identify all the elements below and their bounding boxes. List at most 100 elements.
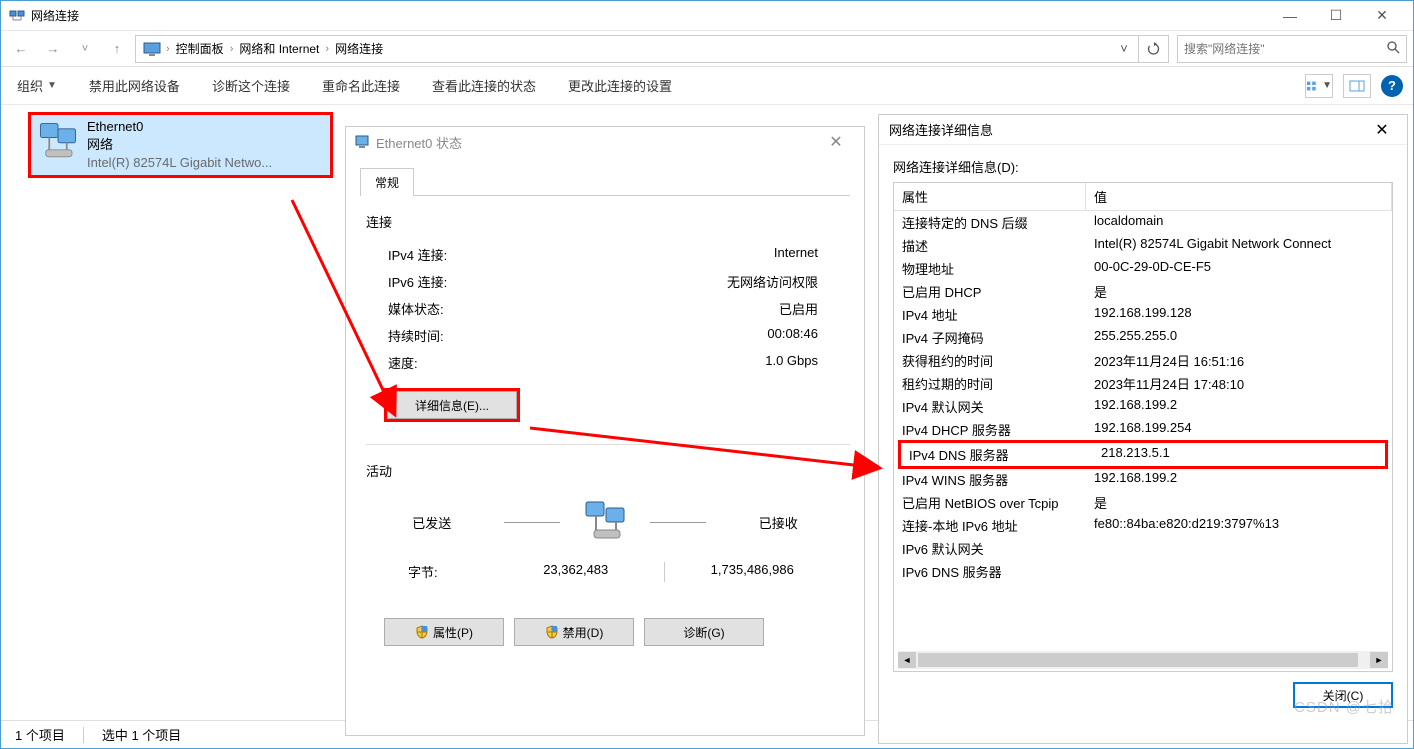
pc-icon (142, 39, 162, 59)
grid-row[interactable]: IPv4 WINS 服务器192.168.199.2 (894, 468, 1392, 491)
status-titlebar[interactable]: Ethernet0 状态 ✕ (346, 127, 864, 157)
header-value[interactable]: 值 (1086, 183, 1392, 210)
disable-device-button[interactable]: 禁用此网络设备 (83, 72, 186, 99)
details-close-button[interactable]: ✕ (1367, 120, 1397, 140)
details-grid: 属性 值 连接特定的 DNS 后缀localdomain描述Intel(R) 8… (893, 182, 1393, 672)
cell-value: 192.168.199.2 (1086, 395, 1392, 418)
scroll-right-icon[interactable]: ► (1370, 652, 1388, 668)
preview-pane-button[interactable] (1343, 74, 1371, 98)
back-button[interactable]: ← (7, 35, 35, 63)
rename-button[interactable]: 重命名此连接 (316, 72, 406, 99)
bytes-sent: 23,362,483 (498, 562, 654, 582)
view-status-button[interactable]: 查看此连接的状态 (426, 72, 542, 99)
grid-row[interactable]: 连接特定的 DNS 后缀localdomain (894, 211, 1392, 234)
recent-dropdown[interactable]: ˅ (71, 35, 99, 63)
change-settings-button[interactable]: 更改此连接的设置 (562, 72, 678, 99)
details-button[interactable]: 详细信息(E)... (387, 391, 517, 419)
adapter-name: Ethernet0 (87, 118, 272, 136)
cell-value: 2023年11月24日 16:51:16 (1086, 349, 1392, 372)
details-titlebar[interactable]: 网络连接详细信息 ✕ (879, 115, 1407, 145)
grid-row[interactable]: IPv4 子网掩码255.255.255.0 (894, 326, 1392, 349)
grid-row[interactable]: 描述Intel(R) 82574L Gigabit Network Connec… (894, 234, 1392, 257)
refresh-button[interactable] (1139, 35, 1169, 63)
grid-row[interactable]: IPv6 DNS 服务器 (894, 560, 1392, 583)
search-input[interactable] (1184, 42, 1386, 56)
connection-row: IPv6 连接:无网络访问权限 (360, 268, 850, 295)
grid-row[interactable]: 租约过期的时间2023年11月24日 17:48:10 (894, 372, 1392, 395)
connection-section-label: 连接 (366, 212, 850, 231)
properties-button[interactable]: 属性(P) (384, 618, 504, 646)
close-details-button[interactable]: 关闭(C) (1293, 682, 1393, 708)
grid-row[interactable]: 已启用 DHCP是 (894, 280, 1392, 303)
activity-dash (650, 522, 706, 523)
disable-button[interactable]: 禁用(D) (514, 618, 634, 646)
status-close-button[interactable]: ✕ (816, 132, 856, 152)
cell-property: 已启用 DHCP (894, 280, 1086, 303)
conn-value: Internet (558, 245, 850, 264)
cell-property: IPv4 子网掩码 (894, 326, 1086, 349)
close-button[interactable]: ✕ (1359, 1, 1405, 31)
breadcrumb-dropdown[interactable]: ˅ (1112, 41, 1136, 56)
diagnose-button[interactable]: 诊断这个连接 (206, 72, 296, 99)
cell-value (1086, 537, 1392, 560)
conn-value: 00:08:46 (558, 326, 850, 345)
search-box[interactable] (1177, 35, 1407, 63)
window-title: 网络连接 (31, 7, 1267, 24)
grid-row[interactable]: 物理地址00-0C-29-0D-CE-F5 (894, 257, 1392, 280)
adapter-ethernet0[interactable]: Ethernet0 网络 Intel(R) 82574L Gigabit Net… (28, 112, 333, 178)
conn-label: IPv6 连接: (388, 272, 558, 291)
maximize-button[interactable]: ☐ (1313, 1, 1359, 31)
nav-bar: ← → ˅ ↑ › 控制面板 › 网络和 Internet › 网络连接 ˅ (1, 31, 1413, 67)
cell-value (1086, 560, 1392, 583)
activity-icon (580, 500, 630, 544)
grid-row[interactable]: IPv4 地址192.168.199.128 (894, 303, 1392, 326)
app-icon (9, 8, 25, 24)
details-list-label: 网络连接详细信息(D): (893, 157, 1393, 176)
cell-value: 255.255.255.0 (1086, 326, 1392, 349)
cell-property: IPv4 默认网关 (894, 395, 1086, 418)
ethernet-status-dialog: Ethernet0 状态 ✕ 常规 连接 IPv4 连接:InternetIPv… (345, 126, 865, 736)
grid-row[interactable]: IPv4 默认网关192.168.199.2 (894, 395, 1392, 418)
minimize-button[interactable]: — (1267, 1, 1313, 31)
breadcrumb-item[interactable]: 控制面板 (170, 40, 230, 57)
grid-row-highlighted[interactable]: IPv4 DNS 服务器218.213.5.1 (898, 440, 1388, 469)
breadcrumb-item[interactable]: 网络和 Internet (233, 40, 325, 57)
grid-row[interactable]: IPv6 默认网关 (894, 537, 1392, 560)
cell-value: fe80::84ba:e820:d219:3797%13 (1086, 514, 1392, 537)
connection-row: 速度:1.0 Gbps (360, 349, 850, 376)
organize-menu[interactable]: 组织▼ (11, 72, 63, 99)
window-controls: — ☐ ✕ (1267, 1, 1405, 31)
cell-property: 物理地址 (894, 257, 1086, 280)
cell-property: IPv4 DNS 服务器 (901, 443, 1093, 466)
horizontal-scrollbar[interactable]: ◄ ► (898, 651, 1388, 669)
cell-value: 192.168.199.128 (1086, 303, 1392, 326)
diagnose-button-dialog[interactable]: 诊断(G) (644, 618, 764, 646)
grid-row[interactable]: 已启用 NetBIOS over Tcpip是 (894, 491, 1392, 514)
details-dialog-title: 网络连接详细信息 (889, 120, 1367, 139)
search-icon[interactable] (1386, 40, 1400, 57)
cell-value: 是 (1086, 280, 1392, 303)
breadcrumb-item[interactable]: 网络连接 (329, 40, 389, 57)
cell-property: IPv4 WINS 服务器 (894, 468, 1086, 491)
help-icon[interactable]: ? (1381, 75, 1403, 97)
grid-row[interactable]: 获得租约的时间2023年11月24日 16:51:16 (894, 349, 1392, 372)
grid-row[interactable]: 连接-本地 IPv6 地址fe80::84ba:e820:d219:3797%1… (894, 514, 1392, 537)
forward-button[interactable]: → (39, 35, 67, 63)
connection-row: 持续时间:00:08:46 (360, 322, 850, 349)
up-button[interactable]: ↑ (103, 35, 131, 63)
grid-header: 属性 值 (894, 183, 1392, 211)
cell-value: 192.168.199.2 (1086, 468, 1392, 491)
tab-general[interactable]: 常规 (360, 168, 414, 196)
recv-label: 已接收 (726, 513, 830, 532)
grid-row[interactable]: IPv4 DHCP 服务器192.168.199.254 (894, 418, 1392, 441)
cell-value: 00-0C-29-0D-CE-F5 (1086, 257, 1392, 280)
cell-value: 2023年11月24日 17:48:10 (1086, 372, 1392, 395)
adapter-description: Intel(R) 82574L Gigabit Netwo... (87, 154, 272, 172)
details-dialog: 网络连接详细信息 ✕ 网络连接详细信息(D): 属性 值 连接特定的 DNS 后… (878, 114, 1408, 744)
scroll-left-icon[interactable]: ◄ (898, 652, 916, 668)
breadcrumb[interactable]: › 控制面板 › 网络和 Internet › 网络连接 ˅ (135, 35, 1139, 63)
view-mode-button[interactable]: ▼ (1305, 74, 1333, 98)
header-property[interactable]: 属性 (894, 183, 1086, 210)
scroll-thumb[interactable] (918, 653, 1358, 667)
cell-property: 已启用 NetBIOS over Tcpip (894, 491, 1086, 514)
